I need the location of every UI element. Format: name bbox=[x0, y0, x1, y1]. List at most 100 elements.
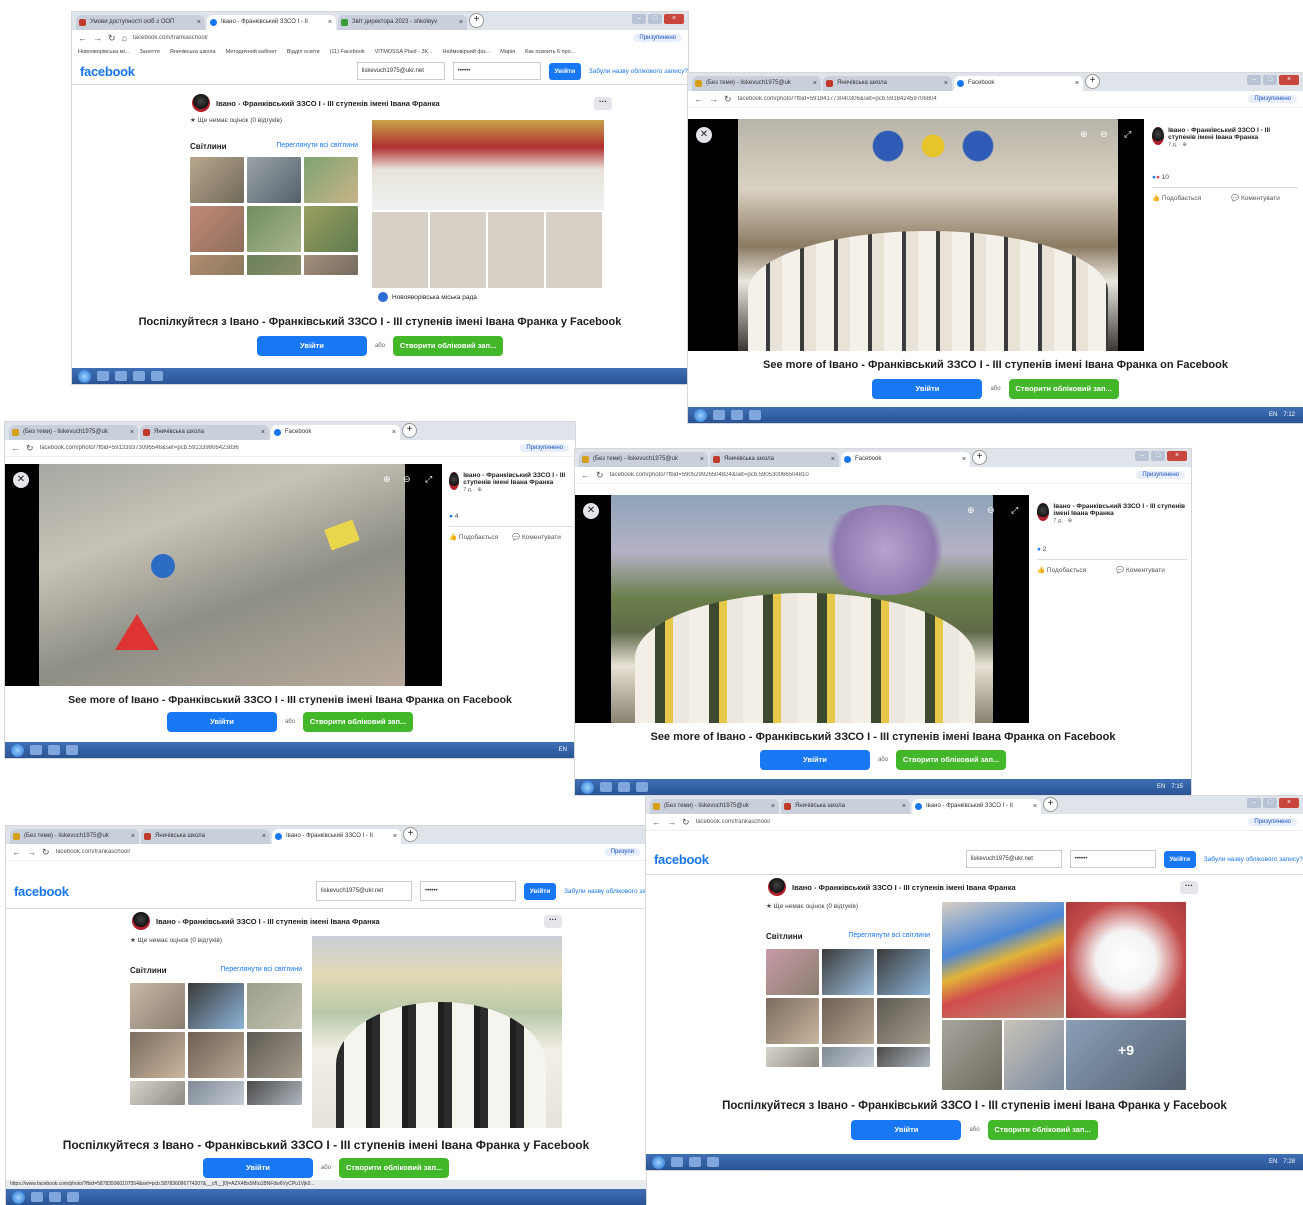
taskbar-app-icon[interactable] bbox=[48, 745, 60, 755]
bookmark-item[interactable]: Яничівська школа bbox=[170, 49, 216, 55]
page-avatar[interactable] bbox=[768, 878, 786, 896]
post-photo-grid[interactable] bbox=[372, 212, 604, 288]
browser-tab-active[interactable]: Івано - Франківський ЗЗСО І - ІІ × bbox=[272, 829, 401, 844]
browser-tab[interactable]: (Без теми) - liskevuch1975@uk × bbox=[692, 76, 821, 91]
see-all-photos-link[interactable]: Переглянути всі світлини bbox=[276, 142, 358, 151]
reactions[interactable]: ● 2 bbox=[1037, 546, 1187, 553]
close-viewer-icon[interactable]: ✕ bbox=[13, 472, 29, 488]
photo-road-safety-activity[interactable] bbox=[39, 464, 405, 686]
photo-thumbnail[interactable] bbox=[246, 1081, 302, 1105]
photo-thumbnail[interactable] bbox=[247, 255, 301, 275]
reload-icon[interactable]: ↻ bbox=[682, 817, 690, 828]
browser-tab[interactable]: Звіт директора 2023 - shkoleyv × bbox=[338, 15, 467, 30]
photo-thumbnail[interactable] bbox=[304, 157, 358, 203]
taskbar-app-icon[interactable] bbox=[133, 371, 145, 381]
zoom-in-icon[interactable]: ⊕ bbox=[967, 505, 975, 516]
create-account-button[interactable]: Створити обліковий зап... bbox=[339, 1158, 450, 1178]
maximize-button[interactable]: □ bbox=[648, 14, 662, 24]
photo-thumbnail[interactable] bbox=[821, 1047, 875, 1067]
forgot-account-link[interactable]: Забули назву облікового запису? bbox=[589, 68, 688, 75]
zoom-out-icon[interactable]: ⊖ bbox=[987, 505, 995, 516]
back-arrow-icon[interactable]: ← bbox=[12, 847, 21, 857]
address-bar[interactable]: ← ↻ facebook.com/photo/?fbid=59133937309… bbox=[5, 440, 575, 457]
back-arrow-icon[interactable]: ← bbox=[652, 817, 661, 827]
comment-button[interactable]: 💬 Коментувати bbox=[512, 533, 561, 541]
close-tab-icon[interactable]: × bbox=[771, 799, 775, 814]
photo-thumbnail[interactable] bbox=[821, 949, 875, 995]
address-bar[interactable]: ← → ↻ facebook.com/frankaschool/ Призупи bbox=[6, 844, 646, 861]
page-avatar[interactable] bbox=[1152, 127, 1165, 145]
password-field[interactable]: •••••• bbox=[1069, 850, 1156, 868]
zoom-in-icon[interactable]: ⊕ bbox=[1080, 129, 1088, 140]
more-options-button[interactable]: ··· bbox=[544, 914, 562, 928]
page-avatar[interactable] bbox=[449, 472, 460, 490]
post-photo-more[interactable]: +9 bbox=[1066, 1020, 1186, 1090]
address-bar[interactable]: ← → ↻ facebook.com/photo/?fbid=591841773… bbox=[688, 91, 1303, 108]
browser-tab-active[interactable]: Івано - Франківський ЗЗСО І - ІІ × bbox=[207, 15, 336, 30]
browser-tab[interactable]: Яничівська школа × bbox=[140, 425, 269, 440]
photo-thumbnail[interactable] bbox=[188, 1032, 244, 1078]
bookmark-item[interactable]: Неймовірний фіз... bbox=[443, 49, 491, 55]
taskbar-app-icon[interactable] bbox=[49, 1192, 61, 1202]
photo-thumbnail[interactable] bbox=[246, 983, 302, 1029]
minimize-button[interactable]: – bbox=[1247, 798, 1261, 808]
home-icon[interactable]: ⌂ bbox=[122, 33, 127, 43]
header-login-button[interactable]: Увійти bbox=[548, 62, 581, 80]
new-tab-button[interactable]: + bbox=[402, 423, 417, 438]
bookmark-item[interactable]: Как освоить 6 про... bbox=[525, 49, 575, 55]
address-bar[interactable]: ← → ↻ facebook.com/frankaschool/ Призупи… bbox=[646, 814, 1303, 831]
maximize-button[interactable]: □ bbox=[1263, 798, 1277, 808]
email-field[interactable]: liskevuch1975@ukr.net bbox=[965, 850, 1062, 868]
bookmark-item[interactable]: Відділ освіти bbox=[287, 49, 320, 55]
close-tab-icon[interactable]: × bbox=[130, 425, 134, 440]
forward-arrow-icon[interactable]: → bbox=[667, 817, 676, 827]
photo-thumbnail[interactable] bbox=[190, 206, 244, 252]
photo-thumbnail[interactable] bbox=[188, 1081, 244, 1105]
url-text[interactable]: facebook.com/photo/?fbid=590529926504824… bbox=[610, 472, 1131, 478]
photo-thumbnail[interactable] bbox=[247, 157, 301, 203]
new-tab-button[interactable]: + bbox=[1085, 74, 1100, 89]
photo-thumbnail[interactable] bbox=[190, 255, 244, 275]
like-button[interactable]: 👍 Подобається bbox=[449, 533, 498, 541]
close-tab-icon[interactable]: × bbox=[700, 452, 704, 467]
reactions[interactable]: ● 4 bbox=[449, 513, 573, 520]
page-title[interactable]: Івано - Франківський ЗЗСО І - ІІІ ступен… bbox=[1168, 127, 1270, 141]
url-text[interactable]: facebook.com/photo/?fbid=591841773040306… bbox=[738, 96, 1243, 102]
create-account-button[interactable]: Створити обліковий зап... bbox=[1008, 379, 1119, 399]
bookmark-item[interactable]: Мapiя bbox=[500, 49, 515, 55]
close-viewer-icon[interactable]: ✕ bbox=[583, 503, 599, 519]
url-text[interactable]: facebook.com/frankaschool/ bbox=[696, 819, 1243, 825]
close-tab-icon[interactable]: × bbox=[962, 452, 966, 467]
language-indicator[interactable]: EN bbox=[1269, 407, 1277, 423]
taskbar-app-icon[interactable] bbox=[713, 410, 725, 420]
photo-thumbnail[interactable] bbox=[877, 949, 930, 995]
photo-thumbnail[interactable] bbox=[188, 983, 244, 1029]
new-tab-button[interactable]: + bbox=[1043, 797, 1058, 812]
start-button[interactable] bbox=[78, 369, 91, 383]
photo-thumbnail[interactable] bbox=[821, 998, 875, 1044]
maximize-button[interactable]: □ bbox=[1263, 75, 1277, 85]
browser-tab-active[interactable]: Івано - Франківський ЗЗСО І - ІІ × bbox=[912, 799, 1041, 814]
profile-badge[interactable]: Призупинено bbox=[1136, 471, 1185, 479]
header-login-button[interactable]: Увійти bbox=[524, 882, 556, 900]
close-tab-icon[interactable]: × bbox=[261, 425, 265, 440]
close-tab-icon[interactable]: × bbox=[393, 829, 397, 844]
post-photo-boxing[interactable] bbox=[372, 120, 604, 210]
close-window-button[interactable]: × bbox=[664, 14, 684, 24]
close-tab-icon[interactable]: × bbox=[902, 799, 906, 814]
page-title[interactable]: Івано - Франківський ЗЗСО І - ІІІ ступен… bbox=[792, 883, 1016, 892]
browser-tab-active[interactable]: Facebook × bbox=[271, 425, 400, 440]
create-account-button[interactable]: Створити обліковий зап... bbox=[896, 750, 1007, 770]
photo-thumbnail[interactable] bbox=[766, 949, 819, 995]
see-all-photos-link[interactable]: Переглянути всі світлини bbox=[220, 966, 302, 975]
profile-badge[interactable]: Призупинено bbox=[1248, 818, 1297, 826]
start-button[interactable] bbox=[12, 1190, 25, 1204]
create-account-button[interactable]: Створити обліковий зап... bbox=[987, 1120, 1098, 1140]
maximize-button[interactable]: □ bbox=[1151, 451, 1165, 461]
close-window-button[interactable]: × bbox=[1167, 451, 1187, 461]
close-tab-icon[interactable]: × bbox=[813, 76, 817, 91]
forward-arrow-icon[interactable]: → bbox=[27, 847, 36, 857]
bookmark-item[interactable]: Заняття bbox=[139, 49, 159, 55]
page-title[interactable]: Івано - Франківський ЗЗСО І - ІІІ ступен… bbox=[216, 99, 440, 108]
fullscreen-icon[interactable]: ⤢ bbox=[425, 474, 432, 485]
